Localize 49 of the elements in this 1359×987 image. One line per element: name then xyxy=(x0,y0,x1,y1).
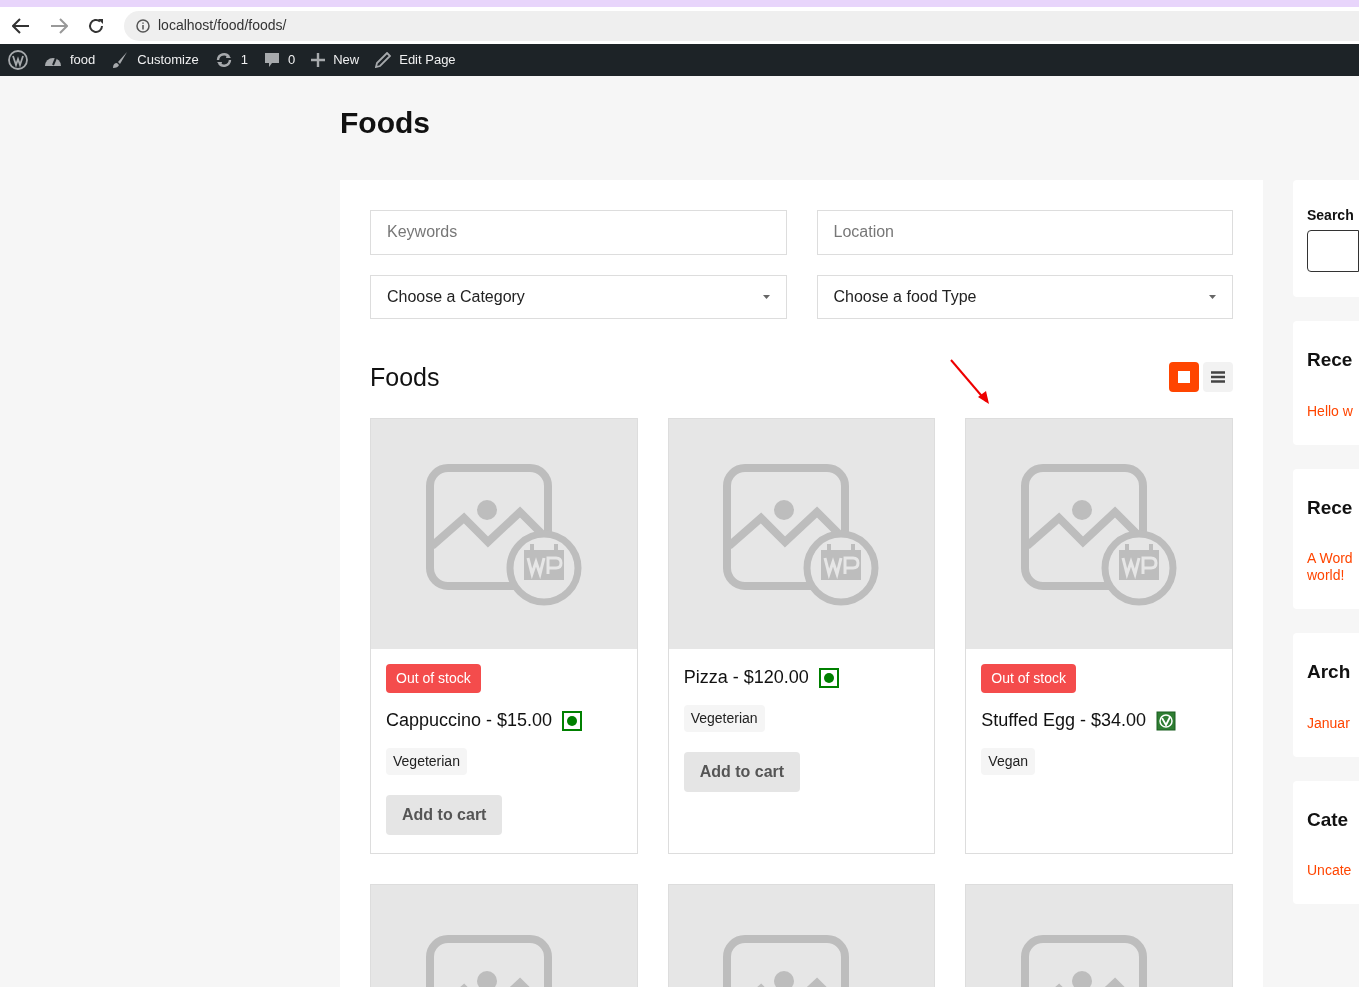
admin-bar-link[interactable]: food xyxy=(44,50,96,70)
caret-icon xyxy=(1209,294,1216,299)
widget-link[interactable]: A Word world! xyxy=(1307,550,1357,584)
wordpress-logo-icon[interactable] xyxy=(8,50,28,70)
widget-title: Arch xyxy=(1307,660,1352,684)
forward-arrow-icon[interactable] xyxy=(50,17,68,34)
widget-title: Cate xyxy=(1307,807,1350,832)
admin-bar-link[interactable]: 0 xyxy=(263,50,296,70)
search-field[interactable] xyxy=(1307,230,1359,272)
widget-link[interactable]: Hello w xyxy=(1307,402,1357,420)
widget-title: Rece xyxy=(1307,495,1354,520)
add-to-cart-button[interactable]: Add to cart xyxy=(683,752,801,792)
widget-title: Rece xyxy=(1307,348,1354,372)
food-title[interactable]: Cappuccino - $15.00 xyxy=(386,707,553,734)
comment-icon xyxy=(263,52,280,68)
page-title: Foods xyxy=(340,105,431,141)
back-arrow-icon[interactable] xyxy=(12,17,30,34)
caret-icon xyxy=(762,294,770,299)
section-title: Foods xyxy=(370,361,440,393)
out-of-stock-badge: Out of stock xyxy=(386,664,481,693)
location-field[interactable]: Location xyxy=(816,209,1233,255)
square-icon xyxy=(1178,371,1190,384)
list-view-button[interactable] xyxy=(1203,362,1233,393)
url-text: localhost/food/foods/ xyxy=(158,16,287,35)
list-icon xyxy=(1211,371,1225,384)
widget-link[interactable]: Januar xyxy=(1307,714,1357,732)
info-icon xyxy=(136,18,150,33)
admin-bar-link[interactable]: New xyxy=(311,50,360,70)
admin-bar-link[interactable]: 1 xyxy=(214,50,248,70)
annotation-arrow xyxy=(950,358,990,405)
refresh-icon xyxy=(214,52,233,68)
keywords-field[interactable]: Keywords xyxy=(370,209,787,255)
diet-tag: Vegan xyxy=(981,748,1036,775)
reload-icon[interactable] xyxy=(88,17,104,34)
admin-bar-link[interactable]: Edit Page xyxy=(375,50,456,70)
admin-bar-link[interactable]: Customize xyxy=(111,50,199,70)
diet-tag: Vegeterian xyxy=(683,705,765,732)
out-of-stock-badge: Out of stock xyxy=(981,664,1077,693)
plus-icon xyxy=(311,53,326,67)
widget-title: Search xyxy=(1307,206,1355,225)
add-to-cart-button[interactable]: Add to cart xyxy=(386,795,503,835)
diet-tag: Vegeterian xyxy=(386,748,467,775)
food-title[interactable]: Stuffed Egg - $34.00 xyxy=(981,707,1147,734)
food-title[interactable]: Pizza - $120.00 xyxy=(683,664,809,691)
pencil-icon xyxy=(375,52,392,68)
dropdown-select[interactable]: Choose a Category xyxy=(370,274,787,319)
address-bar[interactable]: localhost/food/foods/ xyxy=(124,10,1359,41)
image-placeholder-icon xyxy=(423,462,584,606)
dropdown-select[interactable]: Choose a food Type xyxy=(816,274,1233,319)
